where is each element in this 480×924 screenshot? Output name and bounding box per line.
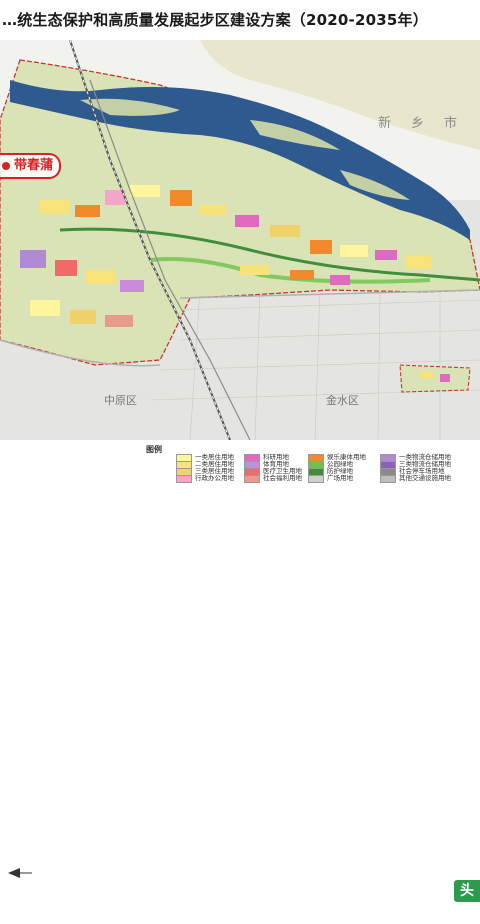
legend-swatch (244, 474, 260, 483)
location-pin-icon (2, 161, 10, 170)
legend-swatch (308, 474, 324, 483)
legend: 图例 一类居住用地 二类居住用地 三类居住用地 行政办公用地 科研用地 体育用地 医疗卫生用… (0, 440, 480, 921)
se-plot-research (440, 374, 450, 382)
map-canvas[interactable]: 新乡市 中原区 金水区 带春蒲 (0, 40, 480, 440)
se-plot-residential (420, 372, 434, 378)
watermark-logo: 头条 (454, 880, 480, 921)
legend-item: 广场用地 (308, 474, 353, 483)
legend-item: 其他交通设施用地 (380, 474, 451, 483)
southeast-plot (399, 364, 471, 393)
district-label-jinshui: 金水区 (326, 394, 359, 407)
title-bar: …统生态保护和高质量发展起步区建设方案（2020-2035年） (0, 0, 480, 40)
legend-item: 行政办公用地 (176, 474, 234, 483)
callout-label: 带春蒲 (14, 158, 54, 173)
legend-label: 其他交通设施用地 (399, 474, 451, 482)
city-label: 新乡市 (378, 116, 478, 131)
legend-label: 行政办公用地 (195, 474, 234, 482)
legend-title: 图例 (146, 445, 162, 454)
district-label-zhongyuan: 中原区 (104, 394, 137, 407)
compass-icon (8, 868, 32, 878)
legend-item: 社会福利用地 (244, 474, 302, 483)
legend-swatch (380, 474, 396, 483)
callout-marker: 带春蒲 (0, 153, 62, 179)
page-title: …统生态保护和高质量发展起步区建设方案（2020-2035年） (2, 11, 428, 29)
map-svg (0, 40, 480, 440)
legend-label: 社会福利用地 (263, 474, 302, 482)
legend-swatch (176, 474, 192, 483)
legend-label: 广场用地 (327, 474, 353, 482)
